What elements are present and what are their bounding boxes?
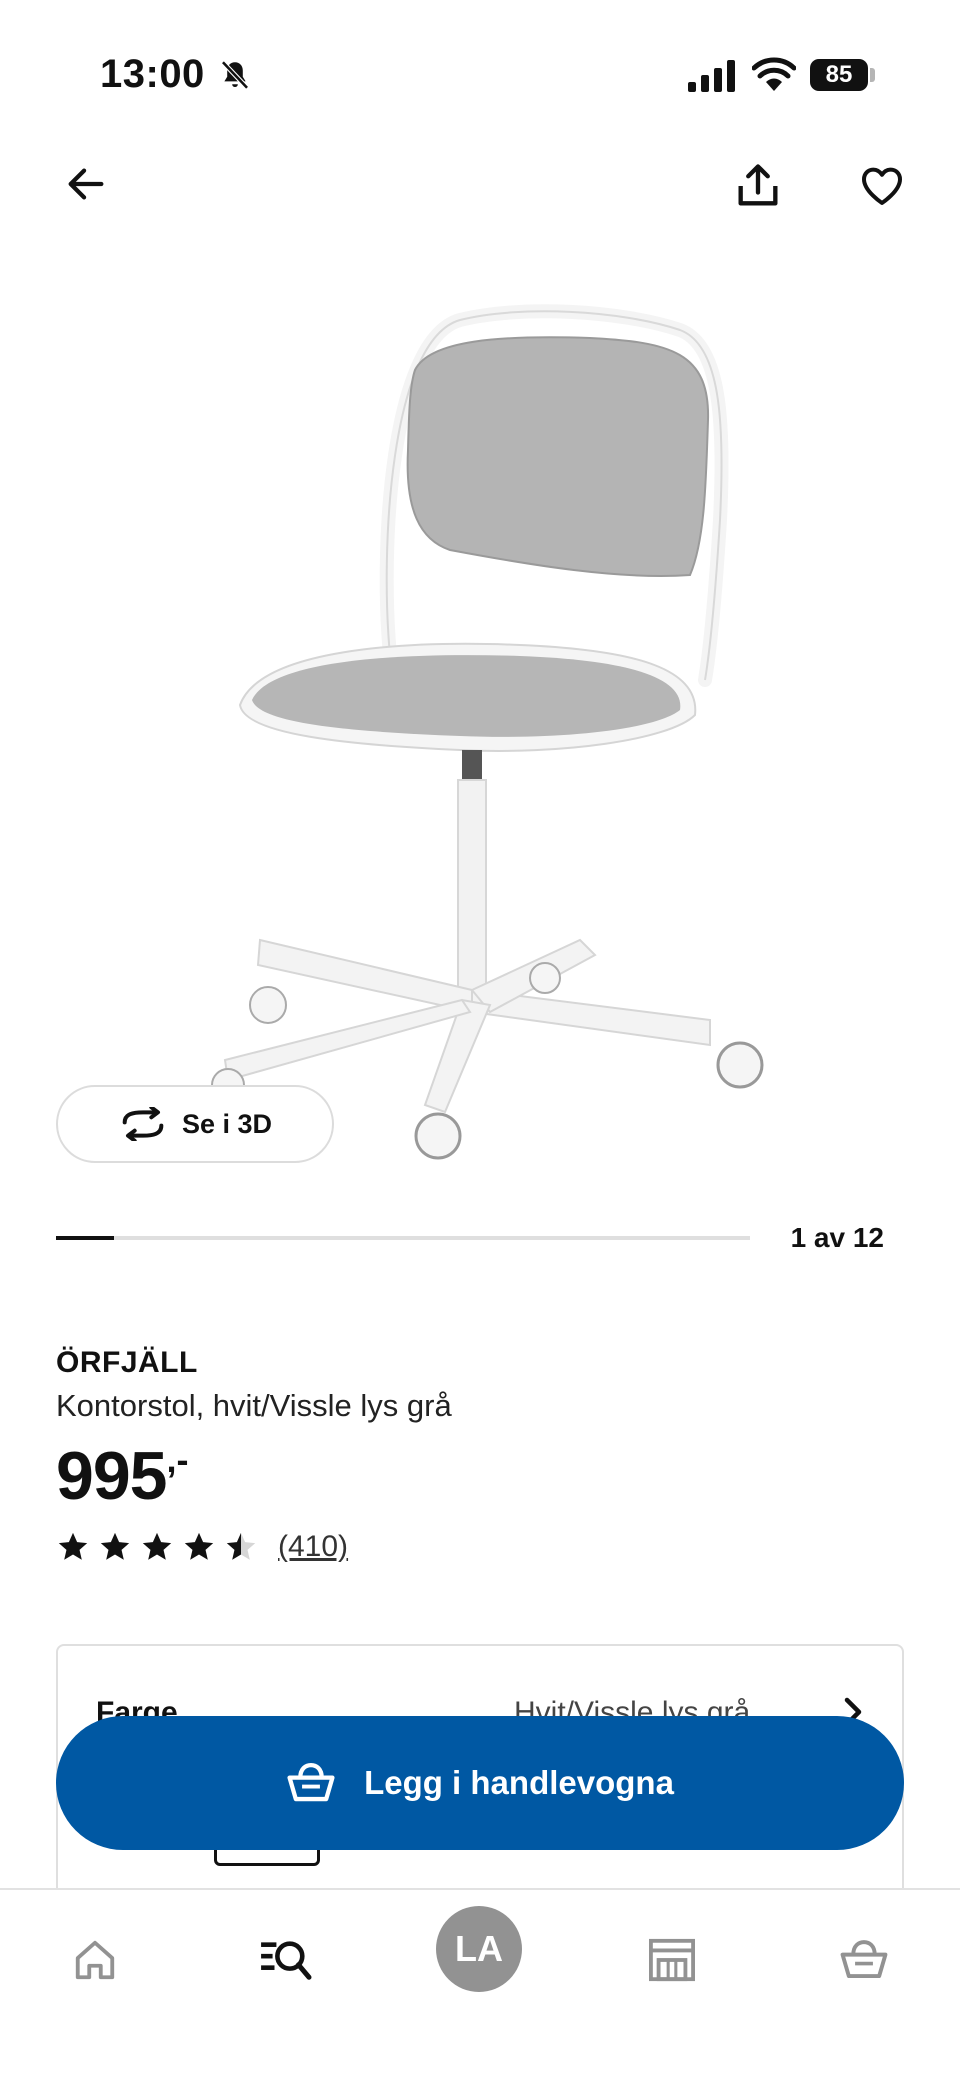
heart-icon	[862, 167, 902, 205]
view-3d-label: Se i 3D	[181, 1108, 273, 1139]
gallery-progress-fill	[56, 1236, 114, 1240]
product-rating[interactable]: (410)	[56, 1530, 348, 1564]
gallery-counter: 1 av 12	[790, 1222, 884, 1253]
wifi-icon	[752, 57, 796, 91]
share-button[interactable]	[728, 156, 788, 216]
product-name: ÖRFJÄLL	[56, 1346, 198, 1379]
signal-icon	[688, 60, 735, 92]
battery-icon: 85	[810, 59, 868, 91]
star-full-icon	[184, 1532, 214, 1560]
cart-icon	[840, 1940, 888, 1979]
view-3d-button[interactable]: Se i 3D	[56, 1085, 334, 1163]
star-full-icon	[58, 1532, 88, 1560]
arrow-left-icon	[68, 168, 104, 200]
rotate-3d-icon	[122, 1107, 164, 1141]
nav-search[interactable]	[246, 1920, 326, 2000]
star-half-icon	[226, 1532, 256, 1560]
product-price: 995 ,-	[56, 1436, 188, 1516]
back-button[interactable]	[56, 154, 116, 214]
nav-cart[interactable]	[824, 1920, 904, 2000]
bottom-nav: LA	[0, 1888, 960, 2087]
status-bar: 13:00 85	[0, 0, 960, 150]
home-icon	[75, 1940, 115, 1980]
status-time: 13:00	[100, 52, 205, 96]
nav-home[interactable]	[55, 1920, 135, 2000]
favourite-button[interactable]	[852, 156, 912, 216]
add-to-cart-label: Legg i handlevogna	[364, 1764, 674, 1801]
search-list-icon	[261, 1941, 312, 1980]
bell-muted-icon	[221, 60, 249, 90]
rating-stars	[56, 1530, 258, 1564]
product-description: Kontorstol, hvit/Vissle lys grå	[56, 1388, 452, 1423]
share-icon	[738, 164, 778, 206]
price-value: 995	[56, 1438, 167, 1514]
battery-cap	[870, 68, 875, 82]
store-icon	[649, 1938, 695, 1982]
cart-icon	[287, 1762, 335, 1802]
price-suffix: ,-	[166, 1439, 189, 1480]
nav-profile-avatar[interactable]: LA	[436, 1906, 522, 1992]
star-full-icon	[142, 1532, 172, 1560]
review-count[interactable]: (410)	[278, 1530, 348, 1564]
nav-store[interactable]	[632, 1920, 712, 2000]
gallery-progress	[56, 1236, 750, 1240]
product-image[interactable]	[200, 300, 800, 1180]
star-full-icon	[100, 1532, 130, 1560]
add-to-cart-button[interactable]: Legg i handlevogna	[56, 1716, 904, 1850]
